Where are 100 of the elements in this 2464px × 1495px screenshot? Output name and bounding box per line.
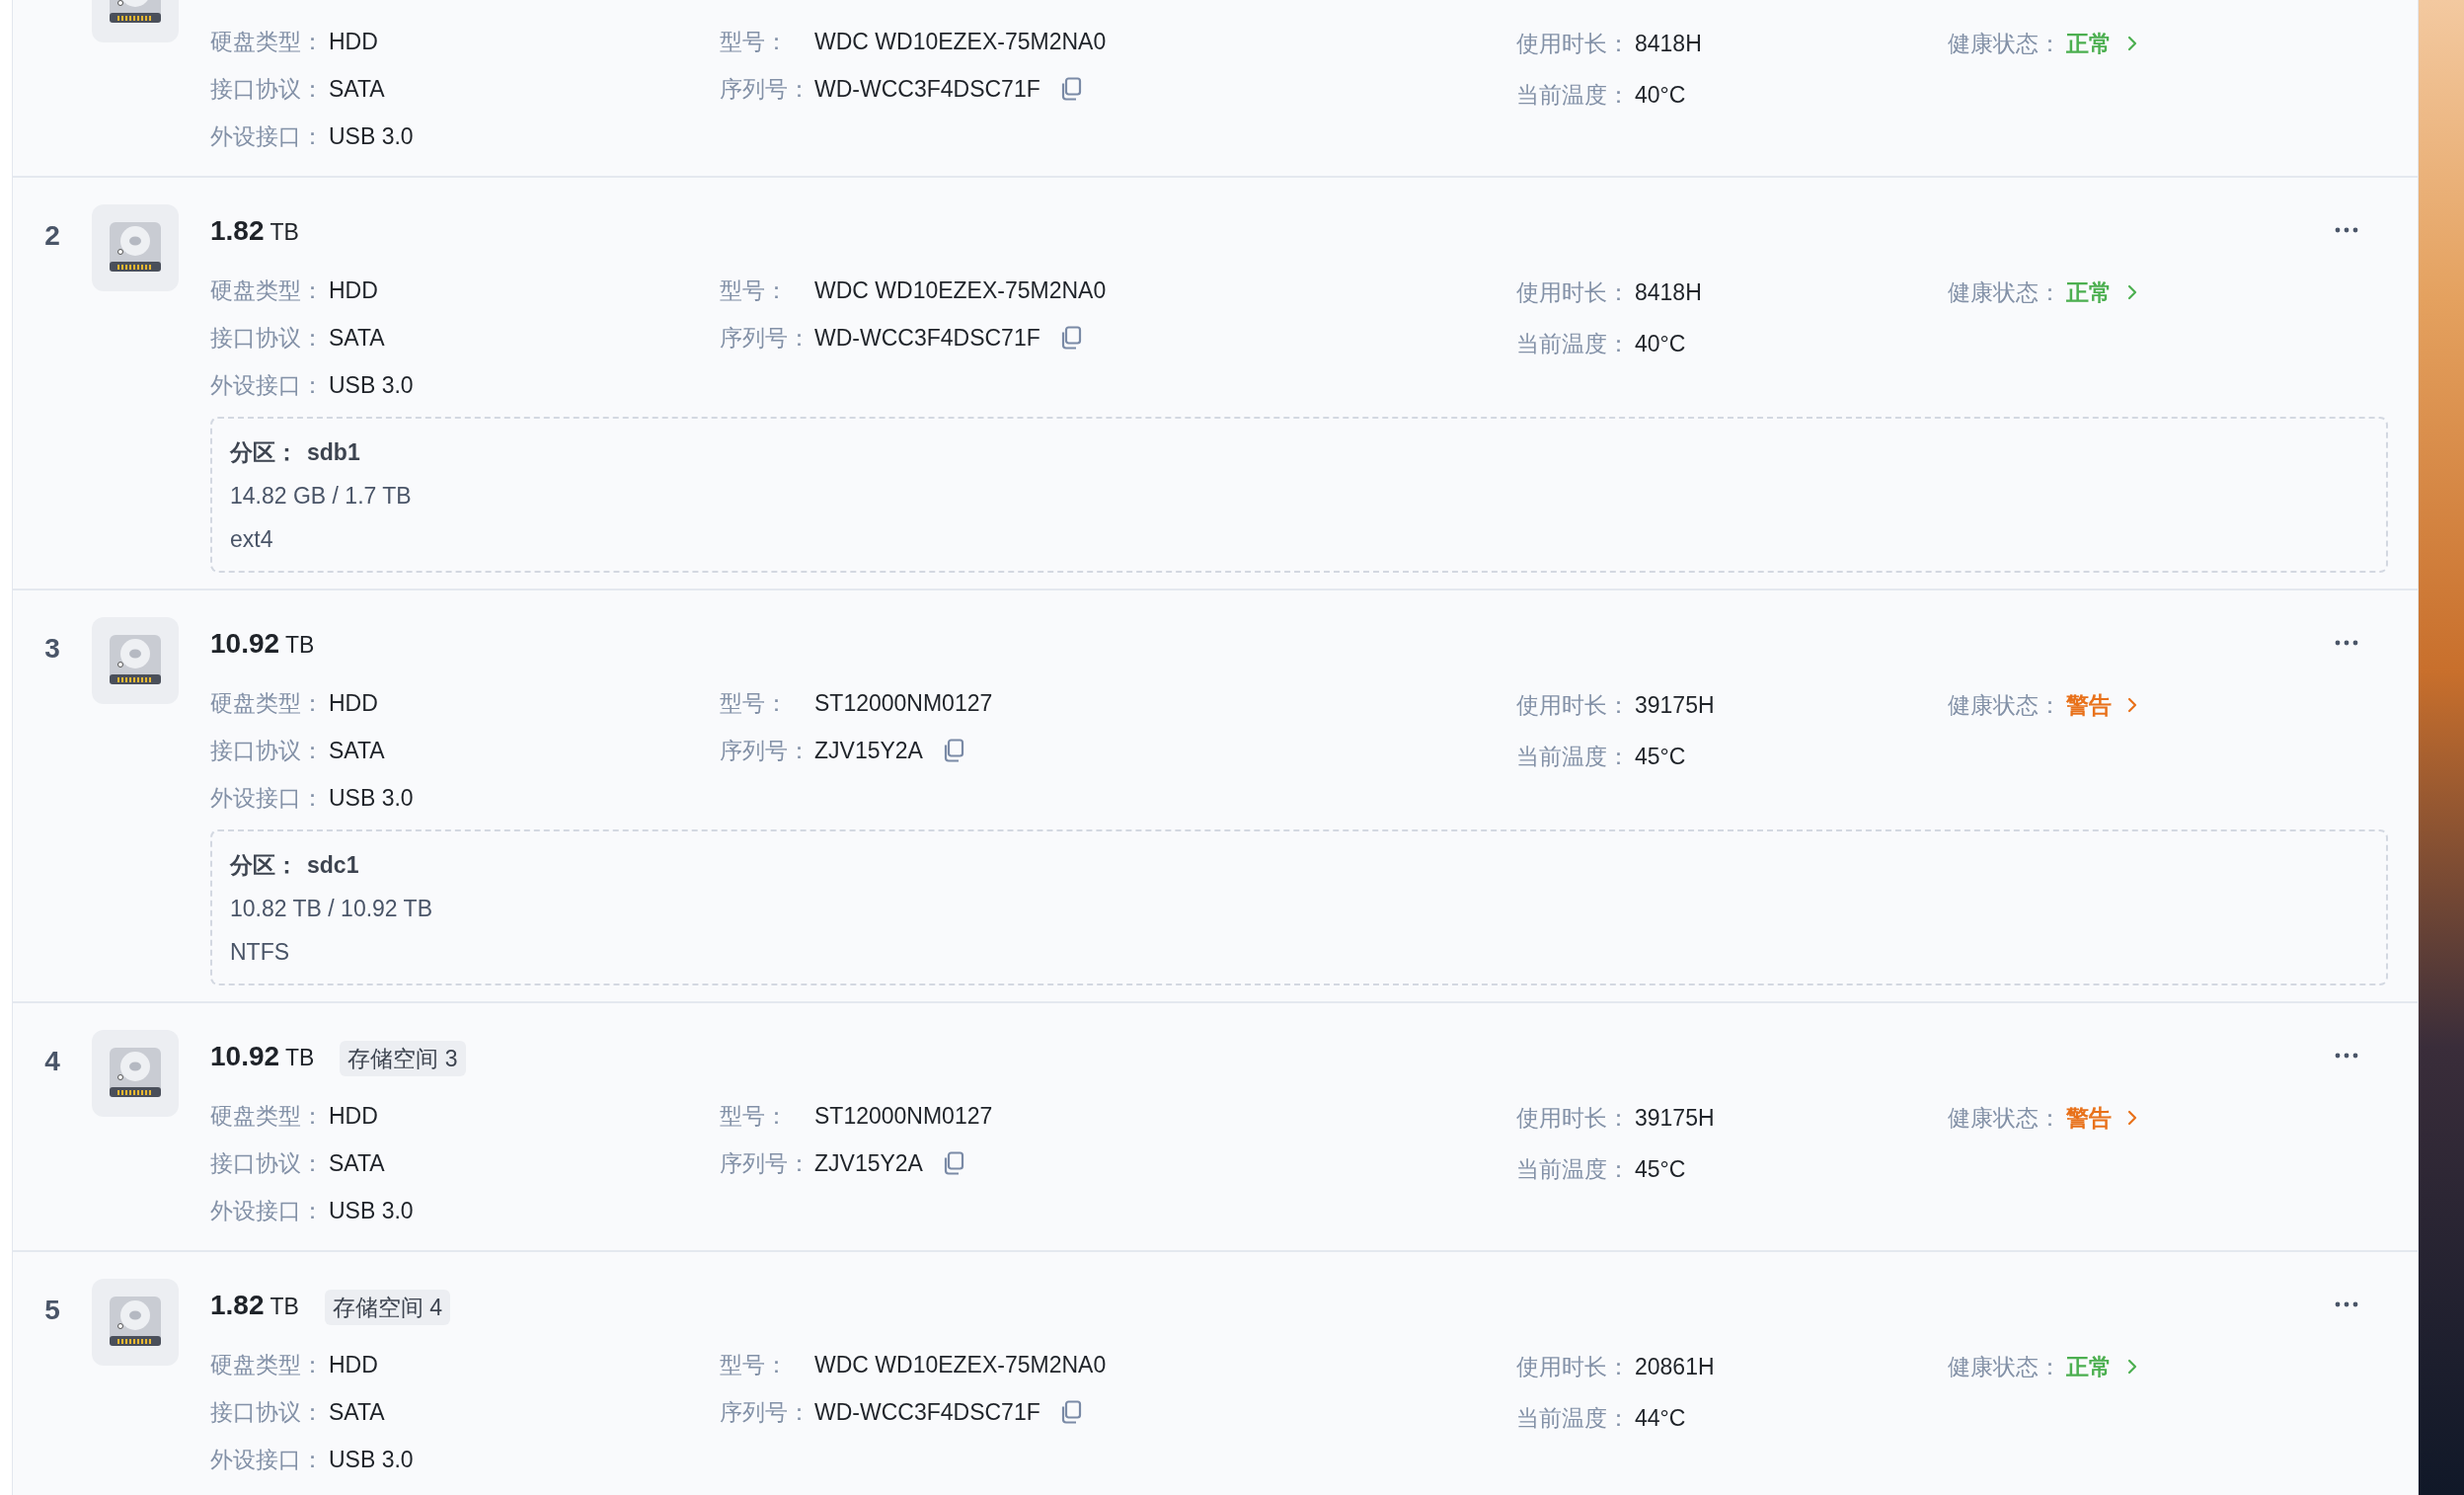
- copy-icon[interactable]: [1059, 77, 1082, 101]
- partition-filesystem: ext4: [230, 525, 273, 553]
- field-label: 使用时长：: [1516, 690, 1631, 720]
- field-label: 型号：: [720, 1350, 789, 1379]
- field-value: ST12000NM0127: [814, 1102, 993, 1130]
- copy-icon[interactable]: [1059, 1400, 1082, 1424]
- field-label: 型号：: [720, 688, 789, 718]
- field-label: 接口协议：: [210, 1148, 325, 1178]
- field-label: 当前温度：: [1516, 80, 1631, 110]
- field-label: 外设接口：: [210, 1196, 325, 1225]
- field-label: 健康状态：: [1948, 690, 2062, 720]
- field-label: 使用时长：: [1516, 1352, 1631, 1381]
- disk-capacity: 10.92 TB: [210, 628, 315, 661]
- field-value: 40°C: [1635, 330, 1686, 357]
- health-status-link[interactable]: 正常: [2066, 276, 2112, 308]
- partition-usage: 14.82 GB / 1.7 TB: [230, 482, 412, 510]
- field-label: 硬盘类型：: [210, 1350, 325, 1379]
- field-label: 当前温度：: [1516, 329, 1631, 358]
- field-label: 序列号：: [720, 736, 811, 765]
- partition-name: sdc1: [307, 851, 359, 879]
- copy-icon[interactable]: [942, 739, 964, 762]
- field-label: 当前温度：: [1516, 1154, 1631, 1184]
- field-value: 40°C: [1635, 81, 1686, 109]
- field-label: 外设接口：: [210, 1445, 325, 1474]
- field-label: 当前温度：: [1516, 742, 1631, 771]
- field-value: 8418H: [1635, 30, 1702, 57]
- copy-icon[interactable]: [1059, 326, 1082, 350]
- field-value: SATA: [329, 1398, 385, 1426]
- hard-drive-icon: [92, 1279, 179, 1366]
- field-label: 接口协议：: [210, 323, 325, 353]
- field-value: 20861H: [1635, 1353, 1715, 1380]
- hard-drive-icon: [92, 617, 179, 704]
- copy-icon[interactable]: [942, 1151, 964, 1175]
- field-value: 45°C: [1635, 1155, 1686, 1183]
- chevron-right-icon[interactable]: [2127, 1359, 2137, 1375]
- storage-space-tag: 存储空间 4: [324, 1290, 451, 1325]
- field-value: HDD: [329, 1102, 378, 1130]
- chevron-right-icon[interactable]: [2127, 36, 2137, 51]
- disk-number: 3: [44, 633, 60, 665]
- field-value: WDC WD10EZEX-75M2NA0: [814, 276, 1107, 304]
- field-value: ZJV15Y2A: [814, 737, 923, 764]
- field-label: 硬盘类型：: [210, 275, 325, 305]
- more-icon[interactable]: [2335, 1053, 2358, 1059]
- partition-usage: 10.82 TB / 10.92 TB: [230, 895, 432, 922]
- partition-filesystem: NTFS: [230, 938, 290, 966]
- field-value: USB 3.0: [329, 1446, 414, 1473]
- field-value: SATA: [329, 75, 385, 103]
- field-value: 8418H: [1635, 278, 1702, 306]
- health-status-link[interactable]: 正常: [2066, 1351, 2112, 1382]
- field-value: HDD: [329, 28, 378, 55]
- storage-space-tag: 存储空间 3: [340, 1041, 466, 1076]
- field-value: HDD: [329, 276, 378, 304]
- field-value: USB 3.0: [329, 122, 414, 150]
- field-value: 39175H: [1635, 691, 1715, 719]
- field-value: HDD: [329, 689, 378, 717]
- field-label: 当前温度：: [1516, 1403, 1631, 1433]
- field-label: 型号：: [720, 1101, 789, 1131]
- partition-label: 分区：: [230, 850, 299, 880]
- field-label: 外设接口：: [210, 783, 325, 813]
- chevron-right-icon[interactable]: [2127, 1110, 2137, 1126]
- field-label: 使用时长：: [1516, 277, 1631, 307]
- field-label: 序列号：: [720, 1397, 811, 1427]
- health-status-link[interactable]: 正常: [2066, 28, 2112, 59]
- health-status-link[interactable]: 警告: [2066, 689, 2112, 721]
- field-label: 健康状态：: [1948, 277, 2062, 307]
- field-value: 39175H: [1635, 1104, 1715, 1132]
- field-label: 接口协议：: [210, 1397, 325, 1427]
- more-icon[interactable]: [2335, 1301, 2358, 1307]
- field-value: WDC WD10EZEX-75M2NA0: [814, 28, 1107, 55]
- field-value: HDD: [329, 1351, 378, 1378]
- field-value: USB 3.0: [329, 1197, 414, 1224]
- field-value: ST12000NM0127: [814, 689, 993, 717]
- field-value: WD-WCC3F4DSC71F: [814, 1398, 1040, 1426]
- disk-number: 2: [44, 220, 60, 252]
- partition-name: sdb1: [307, 438, 360, 466]
- disk-number: 4: [44, 1046, 60, 1077]
- more-icon[interactable]: [2335, 227, 2358, 233]
- field-value: SATA: [329, 737, 385, 764]
- more-icon[interactable]: [2335, 640, 2358, 646]
- hard-drive-icon: [92, 1030, 179, 1117]
- disk-capacity: 10.92 TB: [210, 1041, 315, 1073]
- field-value: USB 3.0: [329, 784, 414, 812]
- hard-drive-icon: [92, 204, 179, 291]
- field-label: 外设接口：: [210, 370, 325, 400]
- field-label: 外设接口：: [210, 121, 325, 151]
- field-label: 序列号：: [720, 1148, 811, 1178]
- field-value: WDC WD10EZEX-75M2NA0: [814, 1351, 1107, 1378]
- field-label: 硬盘类型：: [210, 1101, 325, 1131]
- health-status-link[interactable]: 警告: [2066, 1102, 2112, 1134]
- field-value: SATA: [329, 324, 385, 352]
- disk-capacity: 1.82 TB: [210, 215, 299, 248]
- chevron-right-icon[interactable]: [2127, 284, 2137, 300]
- field-value: SATA: [329, 1149, 385, 1177]
- chevron-right-icon[interactable]: [2127, 697, 2137, 713]
- field-value: WD-WCC3F4DSC71F: [814, 75, 1040, 103]
- field-value: 44°C: [1635, 1404, 1686, 1432]
- field-label: 型号：: [720, 27, 789, 56]
- field-value: 45°C: [1635, 743, 1686, 770]
- field-value: USB 3.0: [329, 371, 414, 399]
- field-label: 硬盘类型：: [210, 27, 325, 56]
